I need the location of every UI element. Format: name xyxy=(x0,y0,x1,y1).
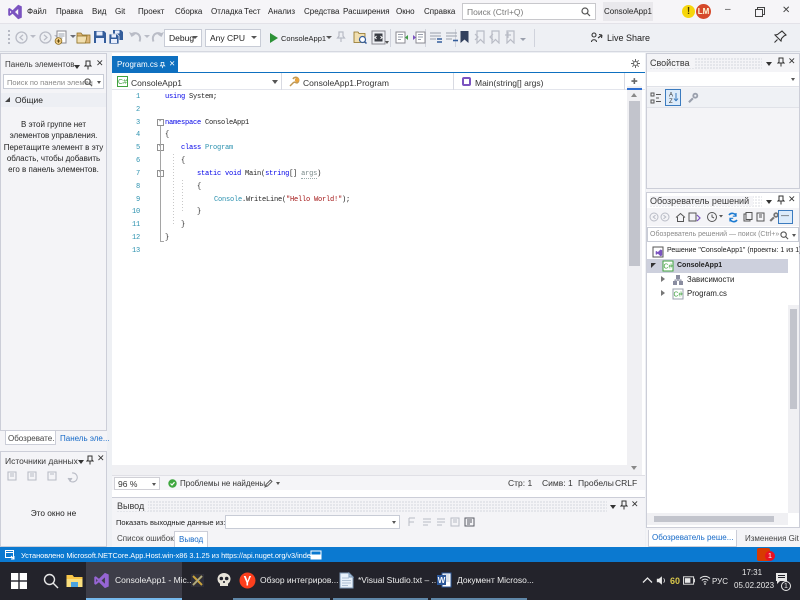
svg-text:C#: C# xyxy=(118,79,127,86)
svg-text:W: W xyxy=(438,576,446,585)
svg-text:C#: C# xyxy=(674,292,683,299)
svg-text:A: A xyxy=(669,93,673,99)
svg-text:C#: C# xyxy=(664,264,673,271)
svg-text:Z: Z xyxy=(669,99,673,104)
